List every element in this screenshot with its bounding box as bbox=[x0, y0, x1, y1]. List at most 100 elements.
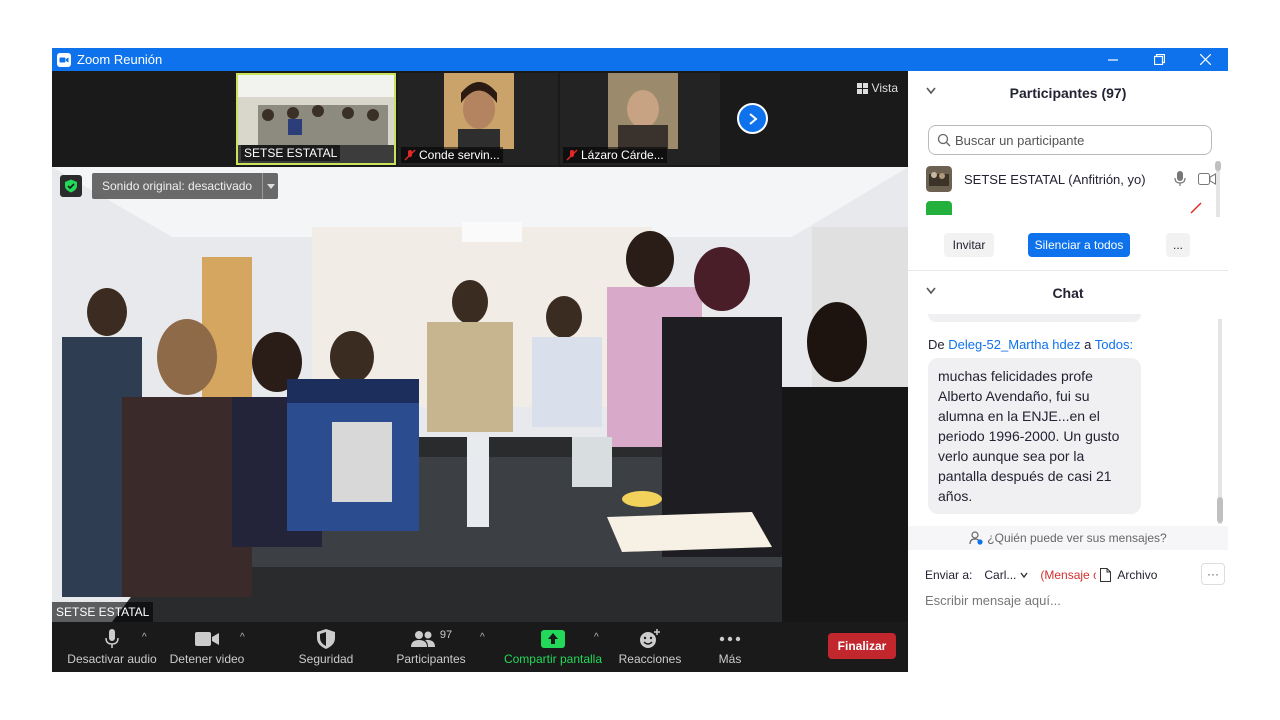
chat-more-button[interactable]: ··· bbox=[1201, 563, 1225, 585]
share-options-caret[interactable]: ^ bbox=[594, 632, 599, 643]
chevron-down-icon[interactable] bbox=[926, 287, 936, 295]
thumbnail-name: Conde servin... bbox=[401, 147, 503, 163]
avatar bbox=[926, 201, 952, 215]
who-can-see-label: ¿Quién puede ver sus mensajes? bbox=[987, 531, 1167, 545]
participants-title: Participantes (97) bbox=[1009, 85, 1127, 101]
smiley-icon bbox=[640, 629, 660, 648]
microphone-icon[interactable] bbox=[1174, 171, 1186, 187]
message-sender-line: De Deleg-52_Martha hdez a Todos: bbox=[928, 337, 1133, 352]
file-label: Archivo bbox=[1117, 568, 1158, 582]
participants-scrollbar-thumb[interactable] bbox=[1215, 161, 1221, 171]
thumbnail-strip: SETSE ESTATAL Conde servin... Lázaro Cár… bbox=[52, 71, 908, 167]
view-button[interactable]: Vista bbox=[856, 81, 898, 95]
participants-button[interactable]: 97 Participantes bbox=[390, 622, 472, 672]
end-meeting-button[interactable]: Finalizar bbox=[828, 633, 896, 659]
more-label: Más bbox=[718, 652, 742, 666]
thumbnail-conde[interactable]: Conde servin... bbox=[398, 73, 558, 165]
meeting-room-image bbox=[52, 167, 908, 622]
private-message-warning: (Mensaje c bbox=[1040, 568, 1097, 582]
active-speaker-video: Sonido original: desactivado SETSE ESTAT… bbox=[52, 167, 908, 622]
thumbnail-name: Lázaro Cárde... bbox=[563, 147, 667, 163]
window-title: Zoom Reunión bbox=[77, 52, 163, 67]
participant-name: SETSE ESTATAL (Anfitrión, yo) bbox=[964, 171, 1146, 187]
thumbnail-name-text: Conde servin... bbox=[419, 148, 500, 162]
reactions-label: Reacciones bbox=[618, 652, 682, 666]
video-camera-icon bbox=[195, 632, 219, 646]
chat-message-input[interactable]: Escribir mensaje aquí... bbox=[925, 593, 1215, 613]
reactions-button[interactable]: Reacciones bbox=[618, 622, 682, 672]
participant-search[interactable]: Buscar un participante bbox=[928, 125, 1212, 155]
who-can-see-bar[interactable]: ¿Quién puede ver sus mensajes? bbox=[908, 526, 1228, 550]
original-sound-dropdown[interactable] bbox=[262, 173, 278, 199]
participant-row[interactable]: SETSE ESTATAL (Anfitrión, yo) bbox=[926, 165, 1216, 193]
participants-label: Participantes bbox=[396, 652, 466, 666]
thumbnail-lazaro[interactable]: Lázaro Cárde... bbox=[560, 73, 720, 165]
speaker-name: SETSE ESTATAL bbox=[52, 602, 154, 622]
grid-view-icon bbox=[856, 82, 868, 94]
share-screen-label: Compartir pantalla bbox=[503, 652, 603, 666]
participants-count: 97 bbox=[439, 629, 453, 641]
previous-message-bubble bbox=[928, 314, 1141, 322]
thumbnail-setse-estatal[interactable]: SETSE ESTATAL bbox=[236, 73, 396, 165]
original-sound-label: Sonido original: desactivado bbox=[102, 179, 253, 193]
mute-all-button[interactable]: Silenciar a todos bbox=[1028, 233, 1130, 257]
next-page-button[interactable] bbox=[737, 103, 768, 134]
video-options-caret[interactable]: ^ bbox=[240, 632, 245, 643]
ellipsis-icon bbox=[719, 636, 741, 642]
person-info-icon bbox=[969, 531, 983, 545]
participants-more-button[interactable]: ... bbox=[1166, 233, 1190, 257]
participant-row-partial[interactable] bbox=[926, 201, 1216, 215]
mute-audio-label: Desactivar audio bbox=[67, 652, 157, 666]
video-camera-icon[interactable] bbox=[1198, 173, 1216, 185]
stop-video-button[interactable]: Detener video bbox=[162, 622, 252, 672]
participants-icon bbox=[410, 631, 435, 647]
message-recipient[interactable]: Todos: bbox=[1095, 337, 1133, 352]
title-bar: Zoom Reunión bbox=[52, 48, 1228, 71]
send-to-dropdown[interactable]: Carl... bbox=[980, 564, 1032, 586]
thumbnail-name: SETSE ESTATAL bbox=[241, 145, 341, 161]
file-button[interactable]: Archivo bbox=[1100, 568, 1157, 582]
meeting-toolbar: Desactivar audio ^ Detener video ^ Segur… bbox=[52, 622, 908, 672]
thumbnail-name-text: SETSE ESTATAL bbox=[244, 146, 338, 160]
meeting-area: SETSE ESTATAL Conde servin... Lázaro Cár… bbox=[52, 71, 908, 672]
shield-icon bbox=[317, 629, 335, 649]
stop-video-label: Detener video bbox=[169, 652, 245, 666]
chat-message-bubble: muchas felicidades profe Alberto Avendañ… bbox=[928, 358, 1141, 514]
send-to-row: Enviar a: Carl... (Mensaje c Archivo ··· bbox=[925, 563, 1225, 587]
search-icon bbox=[937, 133, 951, 147]
chat-scrollbar-thumb[interactable] bbox=[1217, 497, 1223, 523]
file-icon bbox=[1100, 568, 1112, 582]
original-sound-toggle[interactable]: Sonido original: desactivado bbox=[92, 173, 279, 199]
close-button[interactable] bbox=[1182, 48, 1228, 71]
invite-button[interactable]: Invitar bbox=[944, 233, 994, 257]
chevron-down-icon[interactable] bbox=[926, 87, 936, 95]
chat-title: Chat bbox=[1052, 285, 1084, 301]
muted-mic-icon[interactable] bbox=[1190, 202, 1202, 214]
minimize-button[interactable] bbox=[1090, 48, 1136, 71]
chat-header: Chat bbox=[908, 273, 1228, 313]
audio-options-caret[interactable]: ^ bbox=[142, 632, 147, 643]
message-prefix: De bbox=[928, 337, 945, 352]
security-button[interactable]: Seguridad bbox=[292, 622, 360, 672]
chevron-right-icon bbox=[748, 112, 758, 125]
share-screen-button[interactable]: Compartir pantalla bbox=[500, 622, 606, 672]
restore-button[interactable] bbox=[1136, 48, 1182, 71]
encryption-badge[interactable] bbox=[60, 175, 82, 197]
message-sender[interactable]: Deleg-52_Martha hdez bbox=[948, 337, 1080, 352]
participants-options-caret[interactable]: ^ bbox=[480, 632, 485, 643]
muted-mic-icon bbox=[566, 149, 578, 161]
chat-scrollbar[interactable] bbox=[1218, 319, 1222, 524]
share-screen-icon bbox=[541, 630, 565, 648]
chevron-down-icon bbox=[1020, 572, 1028, 578]
microphone-icon bbox=[105, 629, 119, 648]
zoom-app-icon bbox=[57, 52, 71, 67]
chevron-down-icon bbox=[266, 183, 275, 189]
panel-divider bbox=[908, 270, 1228, 271]
restore-icon bbox=[1153, 54, 1165, 65]
security-label: Seguridad bbox=[298, 652, 354, 666]
mute-audio-button[interactable]: Desactivar audio bbox=[62, 622, 162, 672]
minimize-icon bbox=[1108, 58, 1118, 61]
more-button[interactable]: Más bbox=[704, 622, 756, 672]
participant-search-placeholder: Buscar un participante bbox=[955, 132, 1085, 148]
close-icon bbox=[1199, 54, 1211, 65]
